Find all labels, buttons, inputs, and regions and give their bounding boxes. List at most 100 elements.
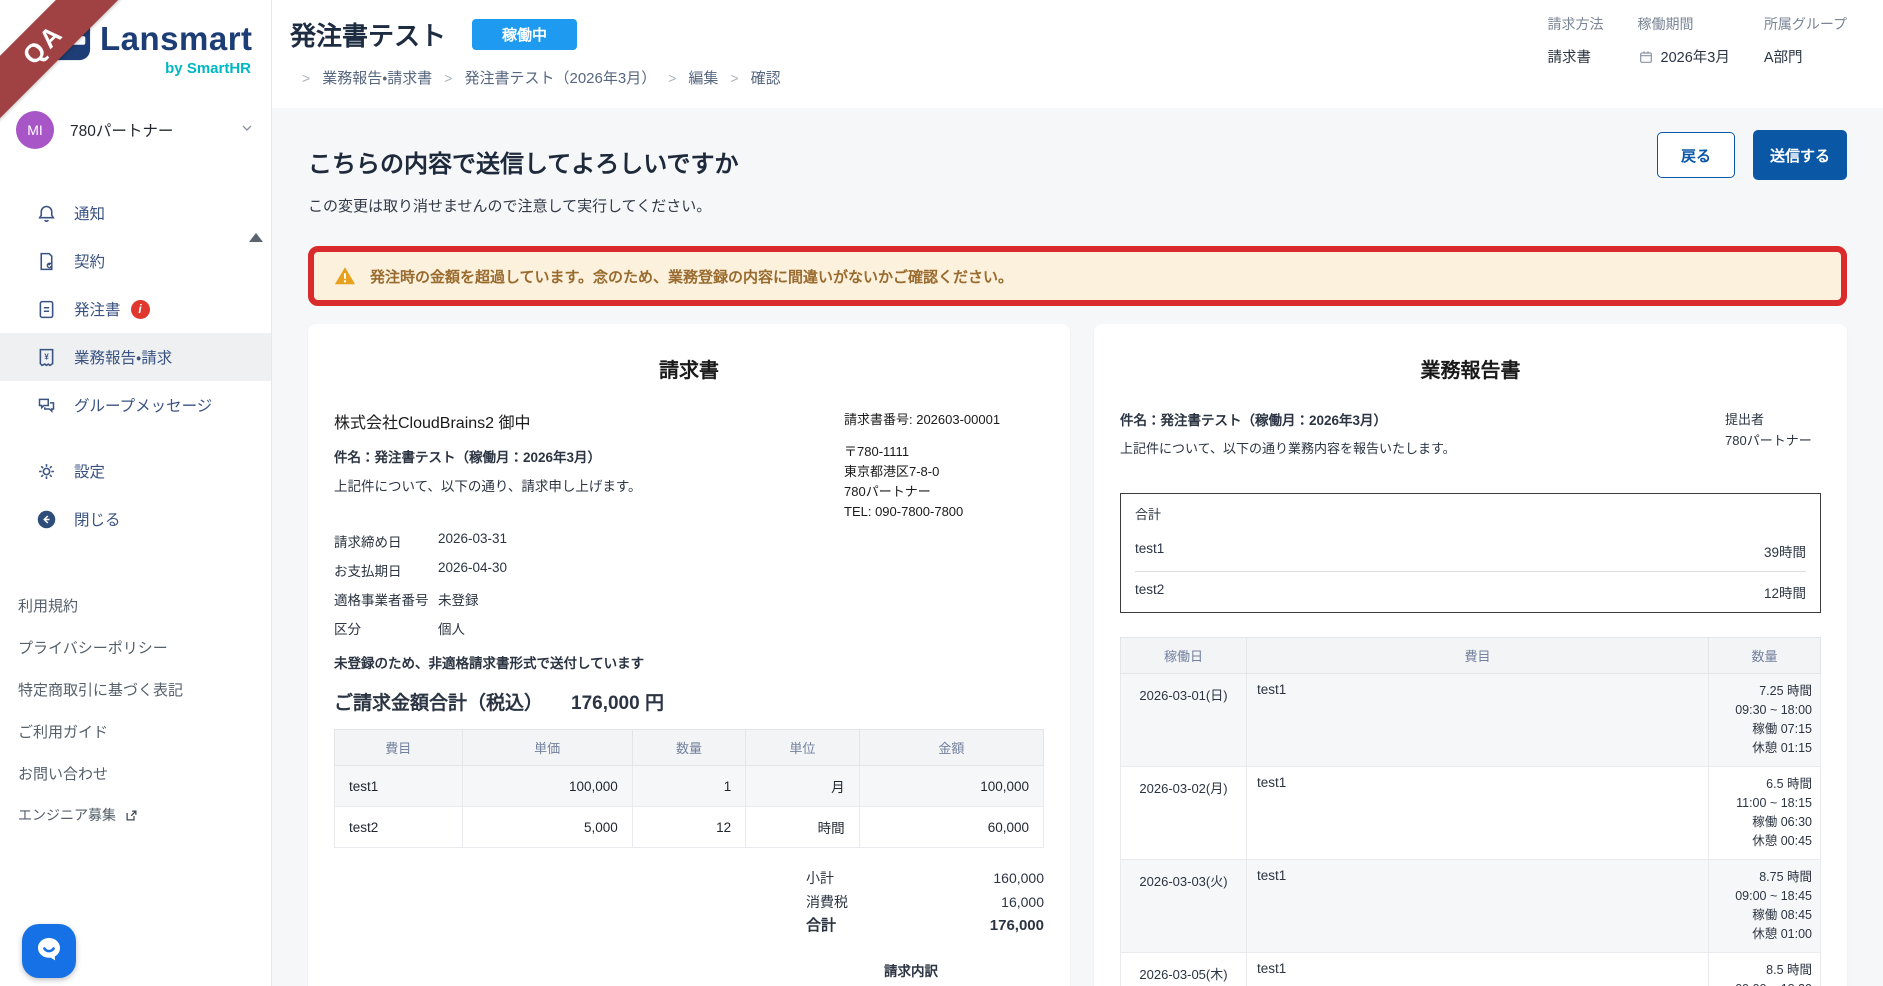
report-subject: 件名：発注書テスト（稼働月：2026年3月） xyxy=(1120,413,1388,428)
breadcrumb-item-edit[interactable]: 編集 xyxy=(688,67,718,88)
sidebar-item-contracts[interactable]: 契約 xyxy=(0,237,271,285)
sidebar-item-settings[interactable]: 設定 xyxy=(0,447,271,495)
bell-icon xyxy=(36,202,58,224)
invoice-total-amount: ご請求金額合計（税込） 176,000 円 xyxy=(334,693,664,714)
scroll-up-indicator xyxy=(249,233,263,242)
chevron-down-icon xyxy=(239,120,255,141)
summary-row: test2 12時間 xyxy=(1135,571,1806,612)
breadcrumb-separator: > xyxy=(302,69,311,86)
work-report-row: 2026-03-05(木) test1 8.5 時間 09:00 ~ 18:30… xyxy=(1120,952,1821,986)
sidebar-item-group-messages[interactable]: グループメッセージ xyxy=(0,381,271,429)
terms-link[interactable]: 利用規約 xyxy=(18,595,271,616)
sidebar-item-label: 業務報告・請求 xyxy=(74,350,173,367)
sidebar-item-purchase-orders[interactable]: 発注書 i xyxy=(0,285,271,333)
page-title: 発注書テスト xyxy=(290,21,447,51)
sidebar-item-notifications[interactable]: 通知 xyxy=(0,189,271,237)
invoice-unregistered-note: 未登録のため、非適格請求書形式で送付しています xyxy=(334,656,645,671)
commerce-disclosure-link[interactable]: 特定商取引に基づく表記 xyxy=(18,679,271,700)
meta-billing-method: 請求方法 請求書 xyxy=(1547,16,1604,66)
purchase-order-icon xyxy=(36,298,58,320)
work-report-preview-panel: 業務報告書 件名：発注書テスト（稼働月：2026年3月） 上記件について、以下の… xyxy=(1094,324,1847,986)
invoice-preview-panel: 請求書 株式会社CloudBrains2 御中 件名：発注書テスト（稼働月：20… xyxy=(308,324,1070,986)
sidebar-nav: 通知 契約 発注書 i ¥ 業務報告・請求 グループメッセージ 設定 閉じる xyxy=(0,189,271,543)
report-invoice-icon: ¥ xyxy=(36,346,58,368)
invoice-info-rows: 請求締め日 2026-03-31 お支払期日 2026-04-30 適格事業者番… xyxy=(334,531,1044,638)
work-report-row: 2026-03-01(日) test1 7.25 時間 09:30 ~ 18:0… xyxy=(1120,673,1821,767)
main-area: 発注書テスト 稼働中 > 業務報告・請求書 > 発注書テスト（2026年3月） … xyxy=(272,0,1883,986)
user-menu[interactable]: MI 780パートナー xyxy=(16,111,255,149)
invoice-info-row: 請求締め日 2026-03-31 xyxy=(334,531,508,550)
invoice-sender-block: 請求書番号: 202603-00001 〒780-1111 東京都港区7-8-0… xyxy=(844,409,1044,522)
sidebar-item-label: 契約 xyxy=(74,254,106,271)
user-guide-link[interactable]: ご利用ガイド xyxy=(18,721,271,742)
engineer-recruiting-link[interactable]: エンジニア募集 xyxy=(18,805,271,825)
breadcrumb-item-work-report-billing[interactable]: 業務報告・請求書 xyxy=(322,67,432,88)
breadcrumb-separator: > xyxy=(668,69,677,86)
calendar-icon xyxy=(1638,49,1654,65)
invoice-info-row: 区分 個人 xyxy=(334,622,465,637)
sidebar-item-label: 通知 xyxy=(74,206,106,223)
invoice-recipient: 株式会社CloudBrains2 御中 xyxy=(334,415,531,432)
external-link-icon xyxy=(124,808,139,823)
invoice-line-items-table: 費目 単価 数量 単位 金額 test1 100,000 1 月 100,000… xyxy=(334,729,1045,848)
meta-group: 所属グループ A部門 xyxy=(1763,16,1847,66)
summary-row: test1 39時間 xyxy=(1135,541,1806,560)
sidebar-item-collapse[interactable]: 閉じる xyxy=(0,495,271,543)
sidebar-item-label: 閉じる xyxy=(74,512,121,529)
invoice-line-item-row: test2 5,000 12 時間 60,000 xyxy=(334,806,1045,848)
status-badge: 稼働中 xyxy=(472,19,578,50)
meta-working-period: 稼働期間 2026年3月 xyxy=(1637,16,1730,66)
warning-triangle-icon xyxy=(334,265,356,287)
work-report-title: 業務報告書 xyxy=(1420,360,1521,382)
sidebar-item-work-report-billing[interactable]: ¥ 業務報告・請求 xyxy=(0,333,271,381)
breadcrumb-item-confirm: 確認 xyxy=(750,70,781,87)
work-report-row: 2026-03-03(火) test1 8.75 時間 09:00 ~ 18:4… xyxy=(1120,859,1821,953)
contract-check-icon xyxy=(36,250,58,272)
invoice-line-item-row: test1 100,000 1 月 100,000 xyxy=(334,765,1045,807)
breadcrumb-separator: > xyxy=(444,69,453,86)
breadcrumb: > 業務報告・請求書 > 発注書テスト（2026年3月） > 編集 > 確認 xyxy=(290,67,1847,88)
invoice-info-row: 適格事業者番号 未登録 xyxy=(334,593,479,608)
back-button[interactable]: 戻る xyxy=(1657,132,1735,178)
avatar: MI xyxy=(16,111,54,149)
header-meta: 請求方法 請求書 稼働期間 2026年3月 所属グループ A部門 xyxy=(1548,14,1848,67)
invoice-subject: 件名：発注書テスト（稼働月：2026年3月） xyxy=(334,450,602,465)
collapse-arrow-icon xyxy=(36,508,58,530)
report-greeting: 上記件について、以下の通り業務内容を報告いたします。 xyxy=(1120,441,1456,456)
breadcrumb-separator: > xyxy=(730,69,739,86)
invoice-tax-breakdown: 請求内訳 10%対象176,000 xyxy=(884,964,938,979)
svg-text:¥: ¥ xyxy=(44,352,49,361)
invoice-number: 請求書番号: 202603-00001 xyxy=(844,412,1001,427)
privacy-policy-link[interactable]: プライバシーポリシー xyxy=(18,637,271,658)
warning-message: 発注時の金額を超過しています。念のため、業務登録の内容に間違いがないかご確認くだ… xyxy=(370,268,1014,286)
sidebar-item-label: グループメッセージ xyxy=(74,398,213,415)
gear-icon xyxy=(36,460,58,482)
chat-widget-button[interactable] xyxy=(22,924,76,978)
invoice-greeting: 上記件について、以下の通り、請求申し上げます。 xyxy=(334,479,642,494)
confirm-note: この変更は取り消せませんので注意して実行してください。 xyxy=(308,198,712,215)
user-name: 780パートナー xyxy=(70,123,174,140)
work-report-row: 2026-03-02(月) test1 6.5 時間 11:00 ~ 18:15… xyxy=(1120,766,1821,860)
invoice-totals: 小計 160,000 消費税 16,000 合計 176,000 xyxy=(806,870,1044,934)
report-submitter-block: 提出者 780パートナー xyxy=(1725,412,1812,448)
info-badge: i xyxy=(130,299,150,319)
invoice-info-row: お支払期日 2026-04-30 xyxy=(334,560,508,579)
action-buttons: 戻る 送信する xyxy=(1657,130,1847,180)
summary-title: 合計 xyxy=(1135,507,1162,522)
sidebar: QA Lansmart by SmartHR MI 780パートナー 通知 契約 xyxy=(0,0,272,986)
invoice-title: 請求書 xyxy=(659,360,719,382)
breadcrumb-item-order[interactable]: 発注書テスト（2026年3月） xyxy=(464,67,656,88)
content-area: こちらの内容で送信してよろしいですか この変更は取り消せませんので注意して実行し… xyxy=(272,108,1883,986)
brand-name: Lansmart xyxy=(100,20,253,57)
chat-bubble-icon xyxy=(34,934,64,969)
group-message-icon xyxy=(36,394,58,416)
contact-link[interactable]: お問い合わせ xyxy=(18,763,271,784)
sidebar-item-label: 設定 xyxy=(74,464,106,481)
over-amount-warning-banner: 発注時の金額を超過しています。念のため、業務登録の内容に間違いがないかご確認くだ… xyxy=(308,246,1847,306)
sidebar-footer-links: 利用規約 プライバシーポリシー 特定商取引に基づく表記 ご利用ガイド お問い合わ… xyxy=(0,595,271,825)
work-report-table: 稼働日 費目 数量 2026-03-01(日) test1 7.25 時間 09… xyxy=(1120,637,1821,986)
submit-button[interactable]: 送信する xyxy=(1753,130,1847,180)
sidebar-item-label: 発注書 xyxy=(74,302,121,319)
confirm-heading: こちらの内容で送信してよろしいですか xyxy=(308,151,739,178)
page-header: 発注書テスト 稼働中 > 業務報告・請求書 > 発注書テスト（2026年3月） … xyxy=(272,0,1883,108)
